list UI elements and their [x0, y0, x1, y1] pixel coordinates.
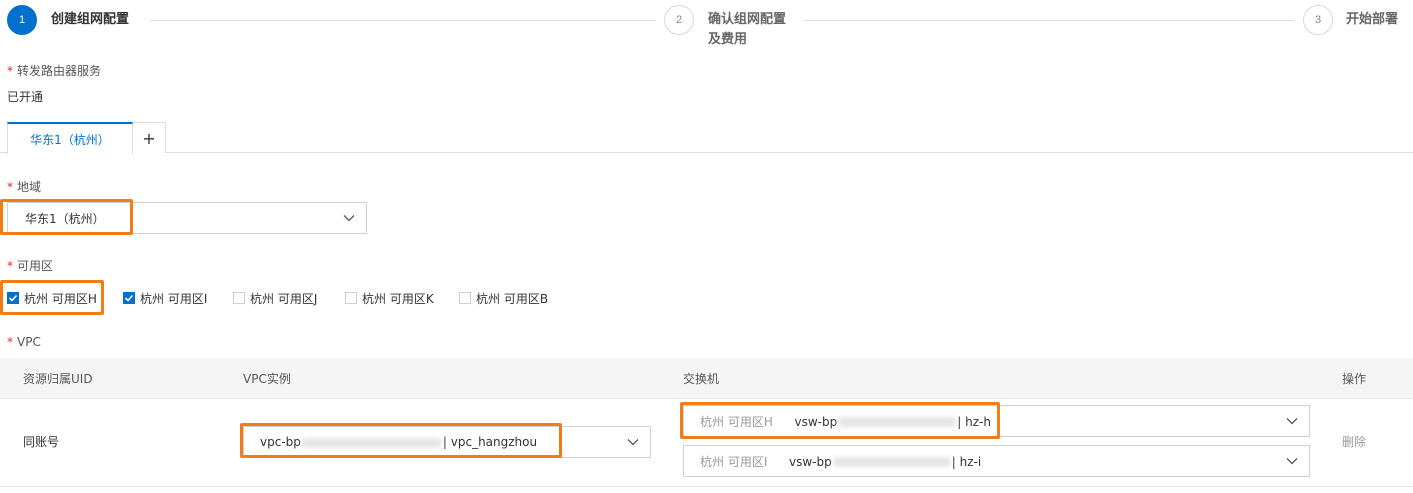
chevron-down-icon	[1285, 414, 1299, 428]
step-3-number: 3	[1314, 14, 1322, 26]
zone-checkbox-h[interactable]: 杭州 可用区H	[7, 290, 97, 306]
checkbox-empty	[345, 292, 357, 304]
vswitch-name: | hz-i	[951, 454, 982, 469]
region-label-text: 地域	[17, 180, 42, 194]
column-header-vswitch: 交换机	[683, 372, 720, 386]
vswitch-zone: 杭州 可用区I	[700, 454, 768, 469]
step-1-indicator: 1	[7, 5, 37, 35]
step-connector	[150, 20, 656, 21]
column-header-action: 操作	[1342, 372, 1367, 386]
vpc-label: * VPC	[7, 334, 41, 350]
vswitch-select-h[interactable]: 杭州 可用区H vsw-bp | hz-h	[683, 405, 1310, 437]
vswitch-select-i[interactable]: 杭州 可用区I vsw-bp | hz-i	[683, 445, 1310, 477]
delete-row-link[interactable]: 删除	[1342, 434, 1366, 450]
step-3-title: 开始部署	[1346, 12, 1399, 27]
zone-checkbox-i[interactable]: 杭州 可用区I	[123, 290, 207, 306]
column-header-uid: 资源归属UID	[23, 372, 93, 386]
row-uid: 同账号	[23, 435, 60, 449]
zone-checkbox-k[interactable]: 杭州 可用区K	[345, 290, 434, 306]
router-service-status: 已开通	[7, 90, 44, 104]
check-icon	[123, 292, 135, 304]
router-service-label: * 转发路由器服务	[7, 63, 101, 79]
step-3-indicator: 3	[1303, 5, 1333, 35]
zone-checkbox-j[interactable]: 杭州 可用区J	[233, 290, 317, 306]
required-mark: *	[7, 335, 13, 349]
step-2-indicator: 2	[664, 5, 694, 35]
step-2-number: 2	[675, 14, 683, 26]
vpc-instance-value: vpc-bp | vpc_hangzhou	[244, 435, 626, 449]
column-header-vpc: VPC实例	[243, 372, 291, 386]
chevron-down-icon	[1285, 454, 1299, 468]
vswitch-id-prefix: vsw-bp	[789, 454, 832, 469]
zone-checkbox-label: 杭州 可用区I	[140, 291, 208, 306]
zone-checkbox-label: 杭州 可用区B	[476, 291, 549, 306]
checkbox-empty	[233, 292, 245, 304]
zone-label: * 可用区	[7, 258, 53, 274]
region-select-value: 华东1（杭州）	[25, 211, 105, 226]
table-row-divider	[0, 486, 1413, 487]
vpc-instance-select[interactable]: vpc-bp | vpc_hangzhou	[243, 426, 651, 458]
tab-bar-divider	[0, 152, 1413, 153]
zone-checkbox-b[interactable]: 杭州 可用区B	[459, 290, 548, 306]
chevron-down-icon	[342, 211, 356, 225]
vpc-id-prefix: vpc-bp	[260, 435, 301, 449]
redacted-id	[838, 417, 957, 427]
redacted-id	[301, 437, 442, 448]
table-row-divider	[0, 398, 1413, 399]
step-1-title: 创建组网配置	[51, 12, 130, 27]
step-2-title: 确认组网配置 及费用	[708, 10, 786, 50]
required-mark: *	[7, 180, 13, 194]
chevron-down-icon	[626, 435, 640, 449]
add-tab-button[interactable]: +	[132, 122, 166, 153]
zone-checkbox-label: 杭州 可用区K	[362, 291, 434, 306]
step-connector	[804, 20, 1294, 21]
step-1-number: 1	[18, 14, 26, 26]
vswitch-id-prefix: vsw-bp	[794, 414, 838, 429]
redacted-id	[832, 457, 951, 467]
router-service-label-text: 转发路由器服务	[17, 64, 102, 78]
step-2-title-line1: 确认组网配置	[708, 12, 787, 27]
zone-checkbox-label: 杭州 可用区H	[24, 291, 97, 306]
check-icon	[7, 292, 19, 304]
vswitch-h-value: 杭州 可用区H vsw-bp | hz-h	[684, 413, 1285, 430]
vpc-name: | vpc_hangzhou	[442, 435, 538, 449]
zone-checkbox-label: 杭州 可用区J	[250, 291, 318, 306]
vpc-label-text: VPC	[17, 335, 41, 349]
vswitch-i-value: 杭州 可用区I vsw-bp | hz-i	[684, 453, 1285, 470]
plus-icon: +	[142, 128, 156, 148]
vswitch-zone: 杭州 可用区H	[700, 414, 773, 429]
required-mark: *	[7, 64, 13, 78]
region-select[interactable]: 华东1（杭州）	[7, 202, 367, 234]
checkbox-empty	[459, 292, 471, 304]
tab-region-hangzhou[interactable]: 华东1（杭州）	[7, 122, 133, 154]
vswitch-name: | hz-h	[957, 414, 991, 429]
step-2-title-line2: 及费用	[708, 32, 748, 47]
required-mark: *	[7, 259, 13, 273]
zone-label-text: 可用区	[17, 259, 54, 273]
region-label: * 地域	[7, 179, 41, 195]
